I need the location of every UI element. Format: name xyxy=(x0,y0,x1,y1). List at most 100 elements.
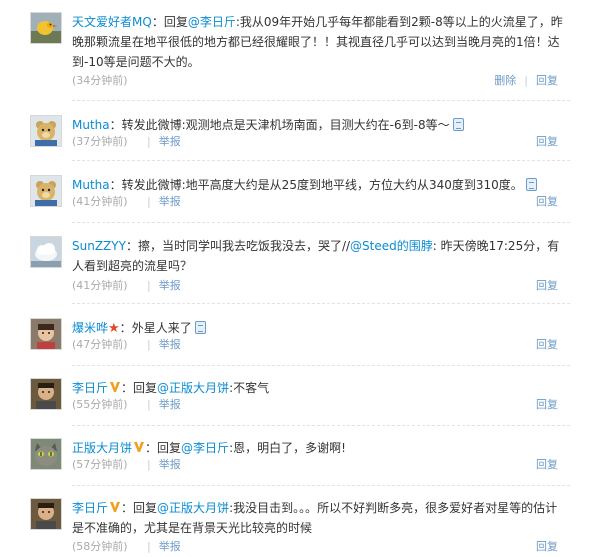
reply-button[interactable]: 回复 xyxy=(536,338,558,351)
comment-actions-right: 回复 xyxy=(536,456,558,474)
author-separator: ： xyxy=(109,118,122,132)
comment-actions-right: 回复 xyxy=(536,133,558,151)
comment-text: 转发此微博:地平高度大约是从25度到地平线，方位大约从340度到310度。 xyxy=(121,178,523,192)
reply-button[interactable]: 回复 xyxy=(536,540,558,553)
comment-divider xyxy=(72,425,570,426)
action-divider: | xyxy=(147,338,151,351)
report-button[interactable]: 举报 xyxy=(159,338,181,351)
comment-author-link[interactable]: Mutha xyxy=(72,118,110,132)
cloud-avatar-icon[interactable] xyxy=(30,236,62,268)
comment-author-link[interactable]: 正版大月饼 xyxy=(72,441,132,455)
person-photo-avatar-icon[interactable] xyxy=(30,498,62,530)
comment-time: (47分钟前) xyxy=(72,338,128,351)
comment-divider xyxy=(72,222,570,223)
comment-meta: (37分钟前) | 举报 回复 xyxy=(72,133,572,151)
author-separator: ： xyxy=(125,239,138,253)
report-button[interactable]: 举报 xyxy=(159,279,181,292)
teddy-bear-avatar-icon[interactable] xyxy=(30,115,62,147)
comment-text: 外星人来了 xyxy=(131,321,192,335)
comment-actions: | 举报 xyxy=(147,277,181,295)
comment-text: 擦，当时同学叫我去吃饭我没去，哭了// xyxy=(137,239,351,253)
comment-divider xyxy=(72,100,570,101)
comment-time: (37分钟前) xyxy=(72,135,128,148)
person-photo-avatar-icon[interactable] xyxy=(30,378,62,410)
comment-actions-right: 回复 xyxy=(536,538,558,556)
report-button[interactable]: 举报 xyxy=(159,135,181,148)
report-button[interactable]: 举报 xyxy=(159,195,181,208)
bird-avatar-icon[interactable] xyxy=(30,12,62,44)
action-divider: | xyxy=(147,195,151,208)
verified-v-icon xyxy=(110,502,121,512)
author-separator: ： xyxy=(121,381,134,395)
comment-meta: (57分钟前) | 举报 回复 xyxy=(72,456,572,474)
comment-meta: (34分钟前) 删除 | 回复 xyxy=(72,72,572,90)
comment-text: 转发此微博:观测地点是天津机场南面，目测大约在-6到-8等～ xyxy=(121,118,450,132)
comment-actions: | 举报 xyxy=(147,456,181,474)
comment-actions-right: 回复 xyxy=(536,336,558,354)
comment-author-link[interactable]: 爆米哗 xyxy=(72,321,108,335)
comment-actions-right: 回复 xyxy=(536,277,558,295)
child-photo-avatar-icon[interactable] xyxy=(30,318,62,350)
comment-time: (57分钟前) xyxy=(72,458,128,471)
action-divider: | xyxy=(147,540,151,553)
teddy-bear-avatar-icon[interactable] xyxy=(30,175,62,207)
comment-meta: (58分钟前) | 举报 回复 xyxy=(72,538,572,556)
comment-body: Mutha：转发此微博:观测地点是天津机场南面，目测大约在-6到-8等～ xyxy=(72,115,566,135)
mention-link[interactable]: @Steed的围脖 xyxy=(350,239,433,253)
comment-actions: | 举报 xyxy=(147,538,181,556)
report-button[interactable]: 举报 xyxy=(159,540,181,553)
report-button[interactable]: 举报 xyxy=(159,398,181,411)
comment-author-link[interactable]: SunZZYY xyxy=(72,239,126,253)
reply-prefix: 回复 xyxy=(133,381,158,395)
comment-body: Mutha：转发此微博:地平高度大约是从25度到地平线，方位大约从340度到31… xyxy=(72,175,566,195)
note-icon[interactable] xyxy=(194,321,206,334)
comment-author-link[interactable]: Mutha xyxy=(72,178,110,192)
comment-body: SunZZYY：擦，当时同学叫我去吃饭我没去，哭了//@Steed的围脖: 昨天… xyxy=(72,236,566,276)
comment-time: (58分钟前) xyxy=(72,540,128,553)
author-separator: ： xyxy=(121,501,134,515)
verified-v-icon xyxy=(110,382,121,392)
comment-author-link[interactable]: 李日斤 xyxy=(72,501,108,515)
comment-meta: (55分钟前) | 举报 回复 xyxy=(72,396,572,414)
comment-divider xyxy=(72,160,570,161)
action-divider: | xyxy=(147,458,151,471)
report-button[interactable]: 举报 xyxy=(159,458,181,471)
star-badge-icon: ★ xyxy=(108,321,120,336)
comment-author-link[interactable]: 天文爱好者MQ xyxy=(72,15,152,29)
comment-actions: | 举报 xyxy=(147,336,181,354)
reply-button[interactable]: 回复 xyxy=(536,135,558,148)
comment-body: 正版大月饼 ：回复@李日斤:恩，明白了，多谢啊! xyxy=(72,438,566,458)
comment-actions: 删除 | 回复 xyxy=(494,72,558,90)
action-divider: | xyxy=(147,279,151,292)
comment-body: 李日斤 ：回复@正版大月饼:不客气 xyxy=(72,378,566,398)
mention-link[interactable]: @李日斤 xyxy=(181,441,229,455)
reply-button[interactable]: 回复 xyxy=(536,195,558,208)
note-icon[interactable] xyxy=(525,178,537,191)
comment-body: 李日斤 ：回复@正版大月饼:我没目击到。。。所以不好判断多亮，很多爱好者对星等的估… xyxy=(72,498,566,538)
reply-prefix: 回复 xyxy=(133,501,158,515)
author-separator: ： xyxy=(119,321,132,335)
comment-divider xyxy=(72,365,570,366)
note-icon[interactable] xyxy=(452,118,464,131)
comment-time: (34分钟前) xyxy=(72,74,128,87)
mention-link[interactable]: @正版大月饼 xyxy=(157,381,229,395)
reply-prefix: 回复 xyxy=(157,441,182,455)
action-divider: | xyxy=(147,135,151,148)
comment-text: :不客气 xyxy=(229,381,270,395)
comment-actions: | 举报 xyxy=(147,396,181,414)
delete-button[interactable]: 删除 xyxy=(494,74,516,87)
comment-author-link[interactable]: 李日斤 xyxy=(72,381,108,395)
mention-link[interactable]: @李日斤 xyxy=(188,15,236,29)
comment-actions: | 举报 xyxy=(147,133,181,151)
comment-time: (41分钟前) xyxy=(72,195,128,208)
cat-avatar-icon[interactable] xyxy=(30,438,62,470)
reply-button[interactable]: 回复 xyxy=(536,74,558,87)
author-separator: ： xyxy=(109,178,122,192)
comment-actions-right: 回复 xyxy=(536,193,558,211)
reply-button[interactable]: 回复 xyxy=(536,458,558,471)
mention-link[interactable]: @正版大月饼 xyxy=(157,501,229,515)
reply-button[interactable]: 回复 xyxy=(536,398,558,411)
comment-meta: (47分钟前) | 举报 回复 xyxy=(72,336,572,354)
reply-button[interactable]: 回复 xyxy=(536,279,558,292)
comment-meta: (41分钟前) | 举报 回复 xyxy=(72,277,572,295)
